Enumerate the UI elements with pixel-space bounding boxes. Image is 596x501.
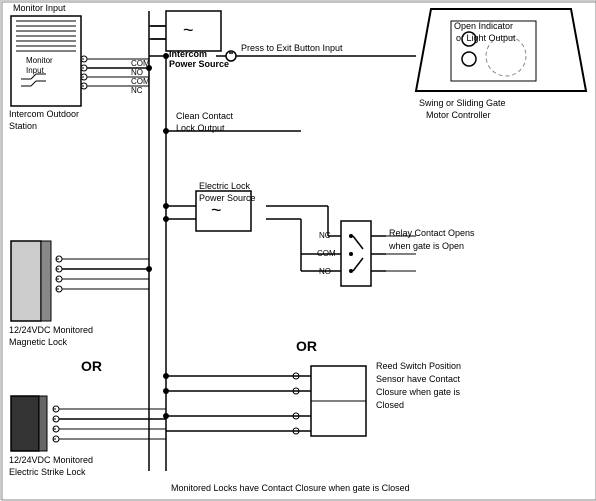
svg-text:Sensor have Contact: Sensor have Contact — [376, 374, 461, 384]
svg-text:Intercom: Intercom — [169, 49, 207, 59]
svg-text:Press to Exit Button Input: Press to Exit Button Input — [241, 43, 343, 53]
svg-text:Power Source: Power Source — [199, 193, 256, 203]
svg-text:Closed: Closed — [376, 400, 404, 410]
svg-text:Open Indicator: Open Indicator — [454, 21, 513, 31]
svg-text:Electric Strike Lock: Electric Strike Lock — [9, 467, 86, 477]
svg-text:Electric Lock: Electric Lock — [199, 181, 251, 191]
svg-text:when gate is Open: when gate is Open — [388, 241, 464, 251]
svg-text:Swing or Sliding Gate: Swing or Sliding Gate — [419, 98, 506, 108]
svg-text:OR: OR — [81, 358, 102, 374]
svg-text:NO: NO — [131, 68, 143, 77]
svg-text:Lock Output: Lock Output — [176, 123, 225, 133]
svg-text:COM: COM — [131, 77, 150, 86]
wiring-diagram: Monitor Input ~ COM NO — [0, 0, 596, 500]
svg-text:OR: OR — [296, 338, 317, 354]
svg-text:Monitor Input: Monitor Input — [13, 3, 66, 13]
svg-text:Monitor: Monitor — [26, 56, 53, 65]
svg-text:Intercom Outdoor: Intercom Outdoor — [9, 109, 79, 119]
svg-text:Motor Controller: Motor Controller — [426, 110, 491, 120]
svg-text:~: ~ — [211, 200, 222, 220]
svg-text:Clean Contact: Clean Contact — [176, 111, 234, 121]
svg-text:12/24VDC Monitored: 12/24VDC Monitored — [9, 325, 93, 335]
svg-text:Magnetic Lock: Magnetic Lock — [9, 337, 68, 347]
svg-text:Monitored Locks have Contact C: Monitored Locks have Contact Closure whe… — [171, 483, 410, 493]
svg-text:Station: Station — [9, 121, 37, 131]
svg-text:~: ~ — [183, 20, 194, 40]
svg-text:Reed Switch Position: Reed Switch Position — [376, 361, 461, 371]
svg-text:Relay Contact Opens: Relay Contact Opens — [389, 228, 475, 238]
svg-text:Closure when gate is: Closure when gate is — [376, 387, 461, 397]
svg-text:NC: NC — [131, 86, 143, 95]
svg-text:Power Source: Power Source — [169, 59, 229, 69]
svg-text:or Light Output: or Light Output — [456, 33, 516, 43]
svg-text:12/24VDC Monitored: 12/24VDC Monitored — [9, 455, 93, 465]
